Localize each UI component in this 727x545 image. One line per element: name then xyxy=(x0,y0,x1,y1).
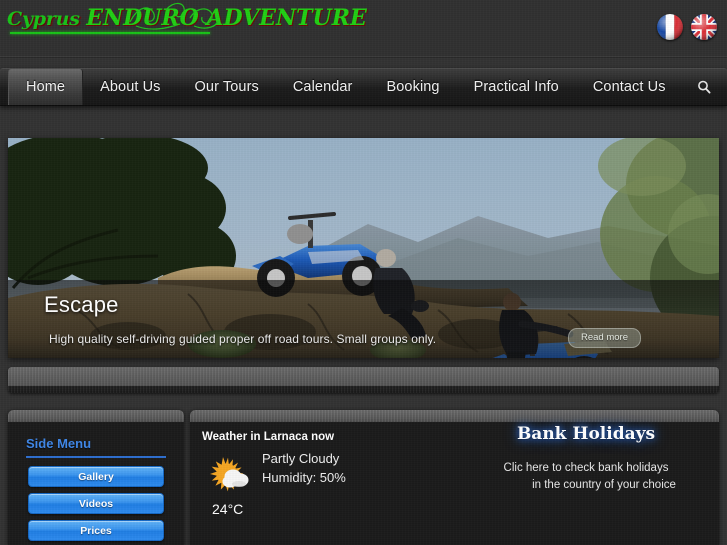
hero-banner[interactable]: Escape High quality self-driving guided … xyxy=(8,138,719,358)
read-more-button[interactable]: Read more xyxy=(568,328,641,348)
nav-item-contact-us[interactable]: Contact Us xyxy=(576,69,683,105)
nav-item-calendar[interactable]: Calendar xyxy=(276,69,370,105)
weather-condition: Partly Cloudy xyxy=(262,451,340,466)
weather-humidity: Humidity: 50% xyxy=(262,470,346,485)
language-flags xyxy=(657,14,717,40)
side-menu-divider xyxy=(26,456,166,458)
bank-holidays-widget[interactable]: Bank Holidays Clic here to check bank ho… xyxy=(461,424,711,494)
content-panel: Weather in Larnaca now Partly Cloudy Hum… xyxy=(190,410,719,545)
uk-flag-icon[interactable] xyxy=(691,14,717,40)
side-menu-body: Side Menu Gallery Videos Prices xyxy=(8,422,184,545)
weather-temperature: 24°C xyxy=(212,501,244,517)
side-menu-item-videos[interactable]: Videos xyxy=(28,493,164,514)
nav-item-our-tours[interactable]: Our Tours xyxy=(178,69,276,105)
logo-prefix: Cyprus xyxy=(7,8,80,30)
bank-holidays-line-1: Clic here to check bank holidays xyxy=(503,462,669,474)
search-icon xyxy=(698,80,711,94)
content-panel-body: Weather in Larnaca now Partly Cloudy Hum… xyxy=(190,422,719,517)
site-header: Cyprus ENDURO ADVENTURE xyxy=(0,0,727,58)
site-logo[interactable]: Cyprus ENDURO ADVENTURE xyxy=(4,2,367,38)
france-flag-icon[interactable] xyxy=(657,14,683,40)
main-navigation: Home About Us Our Tours Calendar Booking… xyxy=(0,68,727,106)
nav-items: Home About Us Our Tours Calendar Booking… xyxy=(0,69,727,105)
hero-title: Escape xyxy=(44,292,119,317)
logo-underline xyxy=(10,32,210,34)
sun-behind-cloud-icon xyxy=(210,457,249,492)
side-menu-panel: Side Menu Gallery Videos Prices xyxy=(8,410,184,545)
nav-item-practical-info[interactable]: Practical Info xyxy=(457,69,576,105)
side-menu-item-gallery[interactable]: Gallery xyxy=(28,466,164,487)
bank-holidays-line-2: in the country of your choice xyxy=(532,479,676,491)
nav-item-about-us[interactable]: About Us xyxy=(83,69,177,105)
hero-subtitle: High quality self-driving guided proper … xyxy=(49,332,437,346)
search-button[interactable] xyxy=(691,69,717,105)
content-panel-header xyxy=(190,410,719,422)
logo-main: ENDURO ADVENTURE xyxy=(86,5,367,31)
side-menu-panel-header xyxy=(8,410,184,422)
content-separator-bar xyxy=(8,367,719,393)
nav-item-booking[interactable]: Booking xyxy=(370,69,457,105)
side-menu-item-prices[interactable]: Prices xyxy=(28,520,164,541)
hero-caption: Escape High quality self-driving guided … xyxy=(8,280,719,358)
nav-item-home[interactable]: Home xyxy=(8,69,84,105)
page-root: Cyprus ENDURO ADVENTURE Home About Us Ou… xyxy=(0,0,727,545)
side-menu-title: Side Menu xyxy=(26,436,92,451)
bank-holidays-title: Bank Holidays xyxy=(516,424,656,444)
